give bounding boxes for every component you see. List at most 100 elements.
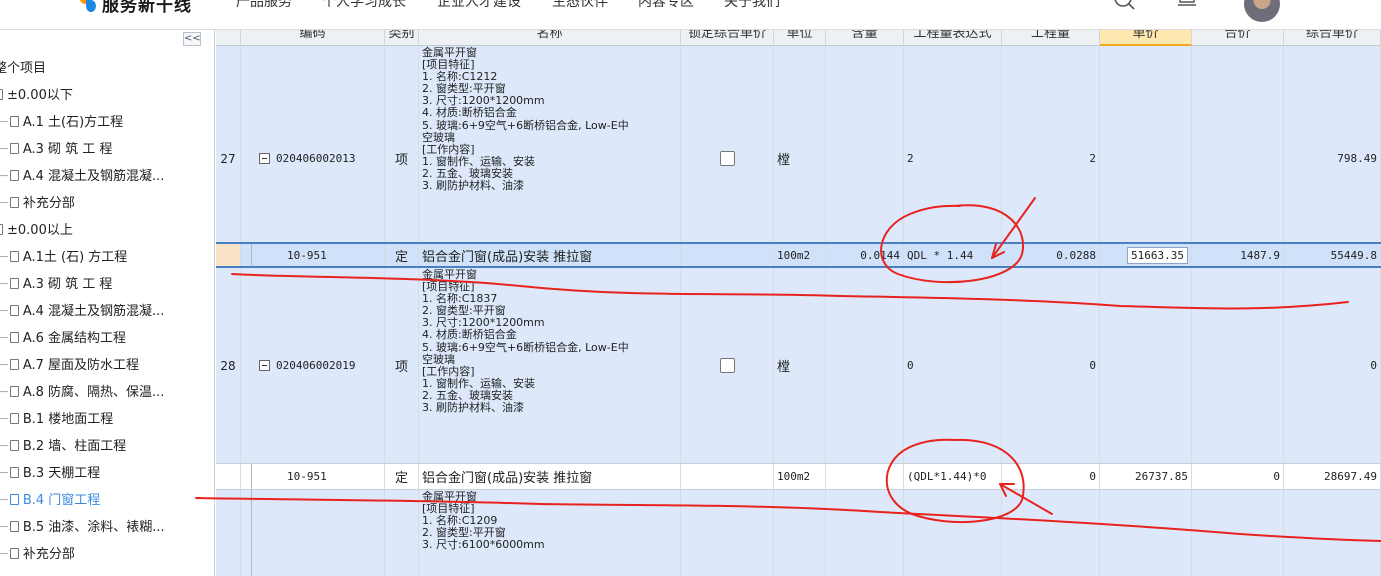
- sidebar-item-4[interactable]: ─ A.4 混凝土及钢筋混凝...: [0, 164, 164, 190]
- sidebar-item-14[interactable]: ─ B.2 墙、柱面工程: [0, 434, 126, 460]
- unit-price[interactable]: 26737.85: [1135, 470, 1188, 483]
- quantity-expression[interactable]: QDL * 1.44: [907, 249, 973, 262]
- feature-line: 空玻璃: [422, 130, 455, 144]
- tree-branch-line: ─: [0, 331, 8, 346]
- header-lock-price[interactable]: 锁定综合单价: [681, 30, 774, 46]
- row-number: 27: [220, 151, 236, 166]
- brand-logo[interactable]: 服务新干线: [78, 0, 192, 18]
- header-unit[interactable]: 单位: [774, 30, 826, 46]
- logo-icon: [78, 0, 98, 14]
- sidebar-item-label: 补充分部: [22, 547, 75, 562]
- unit-price-input[interactable]: 51663.35: [1127, 246, 1188, 264]
- file-icon: [9, 548, 19, 559]
- sidebar-item-6[interactable]: ±0.00以上: [0, 218, 73, 244]
- file-icon: [9, 359, 19, 370]
- user-avatar[interactable]: [1244, 0, 1280, 22]
- sidebar-item-label: B.4 门窗工程: [22, 493, 101, 508]
- header-row-number: [216, 30, 241, 46]
- sidebar-item-label: B.5 油漆、涂料、裱糊...: [22, 520, 165, 535]
- header-unit-price[interactable]: 单价: [1100, 30, 1192, 46]
- collapse-sidebar-button[interactable]: <<: [183, 32, 201, 46]
- tree-branch-line: ─: [0, 277, 8, 292]
- top-navigation: 服务新干线 产品服务 个人学习成长 企业人才建设 生态伙伴 内容专区 关于我们: [0, 0, 1381, 30]
- file-icon: [9, 440, 19, 451]
- sidebar-item-label: A.4 混凝土及钢筋混凝...: [22, 304, 165, 319]
- quota-code: 10-951: [287, 248, 327, 262]
- table-row-27[interactable]: 27 020406002013 项 金属平开窗 [项目特征] 1. 名称:C1212…: [216, 46, 1381, 272]
- nav-link-personal-growth[interactable]: 个人学习成长: [322, 0, 406, 11]
- quantity-value: 0.0288: [1056, 248, 1096, 262]
- nav-link-partners[interactable]: 生态伙伴: [552, 0, 608, 11]
- header-quantity-expression[interactable]: 工程量表达式: [904, 30, 1002, 46]
- table-row-28[interactable]: 28 020406002019 项 金属平开窗 [项目特征] 1. 名称:C1837…: [216, 268, 1381, 464]
- sidebar-item-label: A.1 土(石)方工程: [22, 115, 124, 130]
- bell-icon[interactable]: [1172, 0, 1202, 18]
- collapse-toggle-icon[interactable]: [259, 360, 270, 371]
- sidebar-item-8[interactable]: ─ A.3 砌 筑 工 程: [0, 272, 112, 298]
- sidebar-item-5[interactable]: ─ 补充分部: [0, 191, 75, 217]
- nav-link-about[interactable]: 关于我们: [724, 0, 780, 11]
- sidebar-item-13[interactable]: ─ B.1 楼地面工程: [0, 407, 113, 433]
- nav-link-enterprise-talent[interactable]: 企业人才建设: [437, 0, 521, 11]
- table-row-quota-10-951-a[interactable]: 10-951 定 铝合金门窗(成品)安装 推拉窗 100m2 0.0144 QD…: [216, 242, 1381, 268]
- sidebar-item-11[interactable]: ─ A.7 屋面及防水工程: [0, 353, 139, 379]
- file-icon: [0, 224, 3, 235]
- header-code[interactable]: 编码: [241, 30, 385, 46]
- sidebar-item-16[interactable]: ─ B.4 门窗工程: [0, 488, 100, 514]
- sidebar-item-1[interactable]: ±0.00以下: [0, 83, 73, 109]
- sidebar-item-label: A.4 混凝土及钢筋混凝...: [22, 169, 165, 184]
- tree-branch-line: ─: [0, 196, 8, 211]
- header-quantity[interactable]: 工程量: [1002, 30, 1100, 46]
- sidebar-item-12[interactable]: ─ A.8 防腐、隔热、保温...: [0, 380, 164, 406]
- file-icon: [9, 197, 19, 208]
- lock-price-checkbox[interactable]: [719, 358, 735, 373]
- logo-text: 服务新干线: [102, 0, 192, 16]
- sidebar-item-label: ±0.00以上: [7, 223, 73, 238]
- tree-branch-line: ─: [0, 169, 8, 184]
- nav-link-products[interactable]: 产品服务: [236, 0, 292, 11]
- table-row-quota-10-951-b[interactable]: 10-951 定 铝合金门窗(成品)安装 推拉窗 100m2 (QDL*1.44…: [216, 464, 1381, 490]
- feature-line: 4. 材质:断桥铝合金: [422, 106, 517, 120]
- lock-price-checkbox[interactable]: [719, 151, 735, 166]
- collapse-toggle-icon[interactable]: [259, 153, 270, 164]
- sidebar-item-15[interactable]: ─ B.3 天棚工程: [0, 461, 100, 487]
- header-composite-price[interactable]: 综合单价: [1284, 30, 1381, 46]
- sidebar-item-label: A.7 屋面及防水工程: [22, 358, 140, 373]
- file-icon: [9, 413, 19, 424]
- quantity-expression[interactable]: 2: [907, 152, 914, 165]
- nav-link-content[interactable]: 内容专区: [638, 0, 694, 11]
- header-category[interactable]: 类别: [385, 30, 419, 46]
- sidebar-item-17[interactable]: ─ B.5 油漆、涂料、裱糊...: [0, 515, 165, 541]
- file-icon: [9, 467, 19, 478]
- search-icon[interactable]: [1109, 0, 1139, 18]
- item-unit: 樘: [777, 360, 791, 375]
- quantity-value: 0: [1089, 359, 1096, 372]
- bill-of-quantities-table: 编码 类别 名称 锁定综合单价 单位 含量 工程量表达式 工程量 单价 合价 综…: [216, 30, 1381, 576]
- tree-branch-line: ─: [0, 115, 8, 130]
- table-row-29[interactable]: 金属平开窗 [项目特征] 1. 名称:C1209 2. 窗类型:平开窗 3. 尺寸:61…: [216, 490, 1381, 576]
- header-name[interactable]: 名称: [419, 30, 681, 46]
- sidebar-item-0[interactable]: 整个项目: [0, 56, 46, 82]
- total-price: 1487.9: [1240, 248, 1280, 262]
- sidebar-item-10[interactable]: ─ A.6 金属结构工程: [0, 326, 126, 352]
- quantity-expression[interactable]: (QDL*1.44)*0: [907, 470, 986, 483]
- item-unit: 樘: [777, 153, 791, 168]
- sidebar-item-9[interactable]: ─ A.4 混凝土及钢筋混凝...: [0, 299, 164, 325]
- sidebar-item-2[interactable]: ─ A.1 土(石)方工程: [0, 110, 123, 136]
- quota-content: 0.0144: [860, 248, 900, 262]
- item-code: 020406002019: [276, 359, 356, 372]
- sidebar-item-7[interactable]: ─ A.1土 (石) 方工程: [0, 245, 127, 271]
- project-tree-sidebar: << 整个项目 ±0.00以下 ─ A.1 土(石)方工程 ─ A.3 砌 筑 工 程 ─ A…: [0, 30, 215, 576]
- composite-price: 798.49: [1337, 152, 1377, 165]
- item-code: 020406002013: [276, 152, 356, 165]
- header-total-price[interactable]: 合价: [1192, 30, 1284, 46]
- tree-branch-line: ─: [0, 439, 8, 454]
- sidebar-item-label: B.3 天棚工程: [22, 466, 101, 481]
- quantity-expression[interactable]: 0: [907, 359, 914, 372]
- header-content[interactable]: 含量: [826, 30, 904, 46]
- sidebar-item-18[interactable]: ─ 补充分部: [0, 542, 75, 568]
- sidebar-item-3[interactable]: ─ A.3 砌 筑 工 程: [0, 137, 112, 163]
- file-icon: [9, 494, 19, 505]
- quota-category: 定: [394, 471, 408, 486]
- quota-unit: 100m2: [777, 248, 811, 262]
